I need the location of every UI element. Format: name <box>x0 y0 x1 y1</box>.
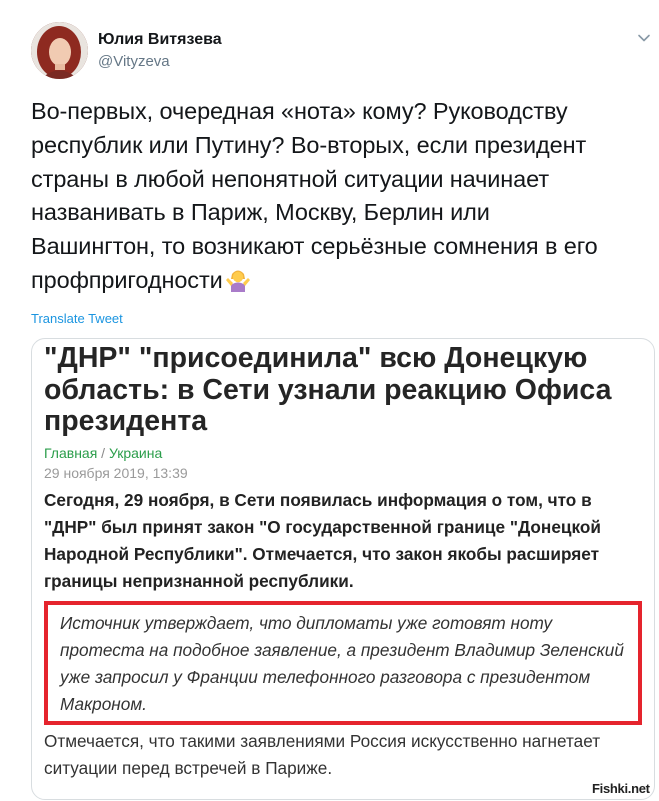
breadcrumb-separator: / <box>97 445 109 461</box>
footer-line: ситуации перед встречей в Париже. <box>44 758 333 778</box>
lead-line: границы непризнанной республики. <box>44 571 354 591</box>
tweet-text: Во-первых, очередная «нота» кому? Руково… <box>31 95 641 298</box>
headline-line: "ДНР" "присоединила" всю Донецкую <box>44 342 588 374</box>
article-quote: Источник утверждает, что дипломаты уже г… <box>60 610 630 718</box>
tweet: Юлия Витязева @Vityzeva Во-первых, очере… <box>0 0 659 801</box>
article-headline: "ДНР" "присоединила" всю Донецкую област… <box>44 342 644 438</box>
article-lead: Сегодня, 29 ноября, в Сети появилась инф… <box>44 487 644 595</box>
tweet-text-line: страны в любой непонятной ситуации начин… <box>31 165 550 192</box>
quote-line: Макроном. <box>60 694 147 714</box>
quote-line: Источник утверждает, что дипломаты уже г… <box>60 613 553 633</box>
avatar-image <box>31 22 88 79</box>
breadcrumb-section[interactable]: Украина <box>109 445 162 461</box>
quote-line: протеста на подобное заявление, а презид… <box>60 640 624 660</box>
quote-line: уже запросил у Франции телефонного разго… <box>60 667 591 687</box>
highlighted-quote-box: Источник утверждает, что дипломаты уже г… <box>44 601 642 725</box>
article-date: 29 ноября 2019, 13:39 <box>44 465 188 481</box>
avatar[interactable] <box>31 22 88 79</box>
watermark: Fishki.net <box>592 781 650 796</box>
lead-line: Народной Республики". Отмечается, что за… <box>44 544 599 564</box>
tweet-text-line: Вашингтон, то возникают серьёзные сомнен… <box>31 233 598 260</box>
author-handle[interactable]: @Vityzeva <box>98 53 170 70</box>
tweet-text-line: Во-первых, очередная «нота» кому? Руково… <box>31 98 568 124</box>
headline-line: область: в Сети узнали реакцию Офиса <box>44 373 612 406</box>
tweet-text-line: профпригодности <box>31 266 223 293</box>
chevron-down-icon[interactable] <box>637 31 651 45</box>
tweet-text-line: названивать в Париж, Москву, Берлин или <box>31 199 490 226</box>
tweet-text-last-line: профпригодности <box>31 264 641 298</box>
translate-tweet-link[interactable]: Translate Tweet <box>31 311 123 326</box>
lead-line: Сегодня, 29 ноября, в Сети появилась инф… <box>44 490 592 510</box>
article-footer-text: Отмечается, что такими заявлениями Росси… <box>44 728 644 782</box>
breadcrumb: Главная / Украина <box>44 445 162 461</box>
footer-line: Отмечается, что такими заявлениями Росси… <box>44 731 601 751</box>
article-card[interactable]: "ДНР" "присоединила" всю Донецкую област… <box>31 338 655 800</box>
breadcrumb-home[interactable]: Главная <box>44 445 97 461</box>
tweet-text-line: республик или Путину? Во-вторых, если пр… <box>31 131 587 158</box>
lead-line: "ДНР" был принят закон "О государственно… <box>44 517 601 537</box>
person-shrugging-emoji-icon <box>225 270 250 292</box>
author-name[interactable]: Юлия Витязева <box>98 31 222 49</box>
headline-line: президента <box>44 405 208 437</box>
